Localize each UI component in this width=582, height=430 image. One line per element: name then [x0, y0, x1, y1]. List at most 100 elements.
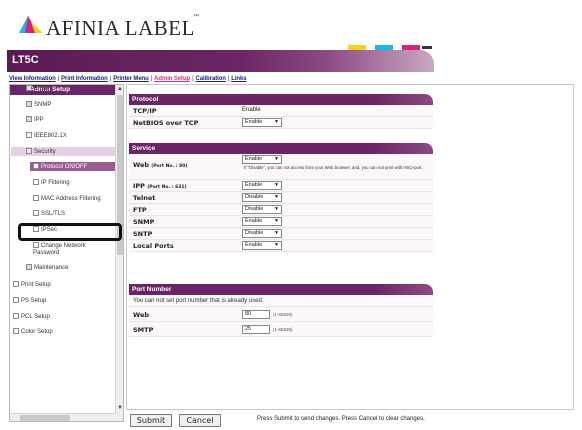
brand-trademark: ™: [193, 14, 199, 20]
row-snmp: SNMP Enable ▼: [129, 216, 433, 228]
sidebar-item-label: Email: [34, 86, 50, 92]
sidebar-item-label: Print Setup: [21, 282, 51, 288]
row-label: SNMP: [133, 218, 155, 226]
netbios-select[interactable]: Enable ▼: [242, 118, 282, 127]
row-label: Local Ports: [133, 242, 174, 250]
local-ports-select[interactable]: Enable ▼: [242, 241, 282, 250]
nav-view-information[interactable]: View Information: [9, 76, 56, 82]
page-icon: [33, 179, 39, 185]
ftp-select[interactable]: Disable ▼: [242, 205, 282, 214]
web-port-range: (1-65535): [273, 312, 293, 317]
sidebar-item-label: Maintenance: [34, 265, 69, 271]
nav-admin-setup[interactable]: Admin Setup: [154, 76, 190, 82]
scroll-up-arrow-icon[interactable]: ▲: [117, 86, 123, 92]
web-select[interactable]: Enable ▼: [242, 155, 282, 164]
cancel-button[interactable]: Cancel: [179, 414, 221, 427]
nav-print-information[interactable]: Print Information: [61, 76, 108, 82]
sidebar-item-label: Change Network Password: [33, 243, 86, 256]
sidebar-item-label: SSL/TLS: [41, 211, 66, 217]
printer-model: LT5C: [12, 54, 39, 66]
sidebar-item-mac-address-filtering[interactable]: MAC Address Filtering: [33, 195, 101, 202]
nav-printer-menu[interactable]: Printer Menu: [113, 76, 149, 82]
sidebar-item-label: Color Setup: [21, 329, 53, 335]
page-icon: [26, 132, 32, 138]
afinia-triangle-logo-icon: [19, 16, 43, 33]
sidebar-item-color-setup[interactable]: Color Setup: [13, 328, 53, 335]
port-message: You can not set port number that is alre…: [133, 298, 264, 304]
sidebar-item-label: PS Setup: [21, 298, 47, 304]
row-port-web: Web 80 (1-65535): [129, 307, 433, 322]
page-icon: [13, 313, 19, 319]
port-number-section: Port Number You can not set port number …: [129, 284, 433, 337]
plus-box-icon: [26, 116, 32, 122]
footer-message: Press Submit to send changes. Press Canc…: [257, 416, 425, 422]
page-icon: [13, 281, 19, 287]
ipp-select[interactable]: Enable ▼: [242, 181, 282, 190]
brand-name: AFINIA LABEL: [46, 16, 195, 40]
page-icon: [33, 163, 39, 169]
sidebar-item-security[interactable]: Security: [26, 148, 56, 155]
telnet-select[interactable]: Disable ▼: [242, 193, 282, 202]
web-note: If "Disable", you can not access from yo…: [244, 165, 423, 170]
row-label: FTP: [133, 206, 147, 214]
row-label: Web (Port No. : 80): [133, 161, 188, 169]
sidebar-item-label: Protocol ON/OFF: [41, 164, 88, 170]
sntp-select[interactable]: Disable ▼: [242, 229, 282, 238]
row-local-ports: Local Ports Enable ▼: [129, 240, 433, 252]
plus-box-icon: [26, 264, 32, 270]
sidebar-item-protocol-on-off[interactable]: Protocol ON/OFF: [33, 163, 87, 170]
web-port-input[interactable]: 80: [242, 310, 270, 319]
sidebar-item-label: IEEE802.1X: [34, 133, 67, 139]
row-tcpip: TCP/IP Enable: [129, 105, 433, 117]
sidebar-item-label: IP Filtering: [41, 180, 70, 186]
security-callout-box: [18, 223, 122, 241]
row-web: Web (Port No. : 80) Enable ▼ If "Disable"…: [129, 154, 433, 180]
sidebar-item-maintenance[interactable]: Maintenance: [26, 264, 68, 271]
smtp-port-range: (1-65535): [273, 327, 293, 332]
port-message-row: You can not set port number that is alre…: [129, 295, 433, 307]
submit-button[interactable]: Submit: [130, 414, 172, 427]
snmp-select[interactable]: Enable ▼: [242, 217, 282, 226]
sidebar-item-ssl-tls[interactable]: SSL/TLS: [33, 210, 65, 217]
row-port-smtp: SMTP 25 (1-65535): [129, 322, 433, 337]
sidebar-horizontal-scrollbar[interactable]: [10, 413, 116, 421]
sidebar-item-label: PCL Setup: [21, 314, 50, 320]
sidebar-item-email[interactable]: Email: [26, 85, 49, 92]
nav-calibration[interactable]: Calibration: [196, 76, 226, 82]
sidebar-item-ieee802-1x[interactable]: IEEE802.1X: [26, 132, 67, 139]
sidebar-item-change-network-password[interactable]: Change Network Password: [33, 242, 103, 257]
row-ipp: IPP (Port No. : 631) Enable ▼: [129, 180, 433, 192]
main-content: Protocol TCP/IP Enable NetBIOS over TCP …: [126, 84, 574, 410]
sidebar-item-pcl-setup[interactable]: PCL Setup: [13, 313, 50, 320]
scroll-down-arrow-icon[interactable]: ▼: [117, 405, 123, 411]
top-nav: View Information | Print Information | Print…: [9, 76, 247, 82]
sidebar-item-ip-filtering[interactable]: IP Filtering: [33, 179, 70, 186]
section-title-protocol: Protocol: [129, 94, 433, 105]
row-netbios: NetBIOS over TCP Enable ▼: [129, 117, 433, 129]
tcpip-value: Enable: [242, 107, 261, 113]
plus-box-icon: [26, 85, 32, 91]
sidebar-tree: Admin Setup Network SetupGeneral Network…: [9, 84, 124, 422]
sidebar-item-ipp[interactable]: IPP: [26, 116, 44, 123]
service-section: Service Web (Port No. : 80) Enable ▼ If "…: [129, 143, 433, 252]
plus-box-icon: [26, 101, 32, 107]
page-icon: [13, 328, 19, 334]
sidebar-item-ps-setup[interactable]: PS Setup: [13, 297, 46, 304]
brand-logo: AFINIA LABEL ™: [16, 10, 216, 42]
smtp-port-input[interactable]: 25: [242, 325, 270, 334]
page-icon: [13, 297, 19, 303]
sidebar-item-label: Security: [34, 149, 56, 155]
color-bar-black: [422, 46, 432, 49]
sidebar-vertical-scrollbar[interactable]: ▲ ▼: [115, 85, 123, 421]
row-label: SMTP: [133, 326, 154, 334]
sidebar-item-label: IPP: [34, 117, 44, 123]
row-label: NetBIOS over TCP: [133, 119, 199, 127]
row-sntp: SNTP Disable ▼: [129, 228, 433, 240]
section-title-service: Service: [129, 143, 433, 154]
sidebar-item-print-setup[interactable]: Print Setup: [13, 281, 51, 288]
scrollbar-thumb-horizontal[interactable]: [20, 415, 70, 421]
row-ftp: FTP Disable ▼: [129, 204, 433, 216]
sidebar-item-snmp[interactable]: SNMP: [26, 101, 51, 108]
nav-links[interactable]: Links: [231, 76, 246, 82]
row-label: IPP (Port No. : 631): [133, 182, 187, 190]
